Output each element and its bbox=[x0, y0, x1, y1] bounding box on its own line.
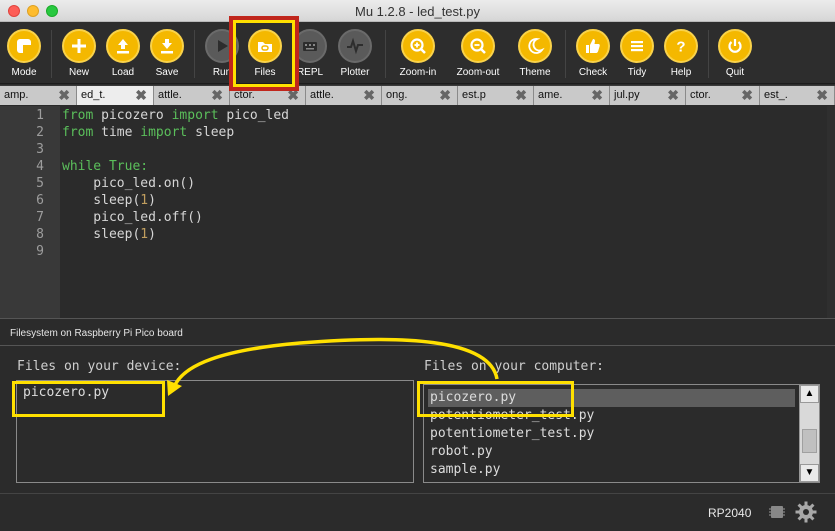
tab-8[interactable]: jul.py ✖ bbox=[610, 86, 686, 105]
tab-4[interactable]: attle. ✖ bbox=[306, 86, 382, 105]
scroll-down-icon[interactable]: ▼ bbox=[800, 464, 819, 482]
code-line: from time import sleep bbox=[62, 125, 235, 140]
zoom-out-button[interactable]: Zoom-out bbox=[457, 26, 499, 82]
mode-icon bbox=[7, 29, 41, 63]
close-tab-icon[interactable]: ✖ bbox=[667, 86, 679, 104]
save-button[interactable]: Save bbox=[150, 26, 184, 82]
question-icon: ? bbox=[664, 29, 698, 63]
svg-text:?: ? bbox=[676, 39, 685, 56]
tab-5[interactable]: ong. ✖ bbox=[382, 86, 458, 105]
scroll-thumb[interactable] bbox=[802, 429, 817, 453]
close-tab-icon[interactable]: ✖ bbox=[816, 86, 828, 104]
repl-button[interactable]: REPL bbox=[293, 26, 327, 82]
check-button[interactable]: Check bbox=[576, 26, 610, 82]
tab-3[interactable]: ctor. ✖ bbox=[230, 86, 306, 105]
close-tab-icon[interactable]: ✖ bbox=[591, 86, 603, 104]
line-number: 1 bbox=[36, 108, 44, 123]
window-title: Mu 1.2.8 - led_test.py bbox=[354, 4, 480, 19]
close-tab-icon[interactable]: ✖ bbox=[211, 86, 223, 104]
line-number: 9 bbox=[36, 244, 44, 259]
close-tab-icon[interactable]: ✖ bbox=[741, 86, 753, 104]
list-item[interactable]: robot.py bbox=[428, 443, 795, 461]
code-line: pico_led.off() bbox=[62, 210, 203, 225]
gear-icon[interactable] bbox=[795, 501, 817, 523]
computer-file-list[interactable]: picozero.py potentiometer_test.py potent… bbox=[423, 384, 820, 483]
tab-2[interactable]: attle. ✖ bbox=[154, 86, 230, 105]
device-file-list[interactable]: picozero.py bbox=[16, 380, 414, 483]
quit-button[interactable]: Quit bbox=[718, 26, 752, 82]
code-line: pico_led.on() bbox=[62, 176, 196, 191]
tab-10[interactable]: est_. ✖ bbox=[760, 86, 835, 105]
tab-9[interactable]: ctor. ✖ bbox=[686, 86, 760, 105]
toolbar-separator bbox=[385, 30, 386, 78]
code-line: sleep(1) bbox=[62, 193, 156, 208]
zoom-out-icon bbox=[461, 29, 495, 63]
code-line: from picozero import pico_led bbox=[62, 108, 290, 123]
line-number: 5 bbox=[36, 176, 44, 191]
line-number: 6 bbox=[36, 193, 44, 208]
list-item[interactable]: sample.py bbox=[428, 461, 795, 479]
tab-0[interactable]: amp. ✖ bbox=[0, 86, 77, 105]
thumbs-up-icon bbox=[576, 29, 610, 63]
status-bar: RP2040 bbox=[0, 493, 835, 531]
close-tab-icon[interactable]: ✖ bbox=[515, 86, 527, 104]
tidy-button[interactable]: Tidy bbox=[620, 26, 654, 82]
moon-icon bbox=[518, 29, 552, 63]
folder-icon bbox=[248, 29, 282, 63]
close-tab-icon[interactable]: ✖ bbox=[363, 86, 375, 104]
chip-icon[interactable] bbox=[768, 503, 786, 521]
code-editor[interactable]: 1 2 3 4 5 6 7 8 9 from picozero import p… bbox=[0, 106, 835, 318]
device-files-label: Files on your device: bbox=[17, 359, 182, 374]
line-number: 2 bbox=[36, 125, 44, 140]
computer-files-label: Files on your computer: bbox=[424, 359, 605, 374]
close-tab-icon[interactable]: ✖ bbox=[439, 86, 451, 104]
list-item[interactable]: potentiometer_test.py bbox=[428, 407, 795, 425]
plotter-button[interactable]: Plotter bbox=[338, 26, 372, 82]
run-button[interactable]: Run bbox=[205, 26, 239, 82]
computer-list-scrollbar[interactable]: ▲ ▼ bbox=[799, 385, 819, 482]
line-number-gutter: 1 2 3 4 5 6 7 8 9 bbox=[0, 106, 60, 318]
code-line: sleep(1) bbox=[62, 227, 156, 242]
power-icon bbox=[718, 29, 752, 63]
filesystem-pane: Files on your device: Files on your comp… bbox=[0, 347, 835, 493]
lines-icon bbox=[620, 29, 654, 63]
files-button[interactable]: Files bbox=[248, 26, 282, 82]
toolbar: Mode New Load Save Run Files REPL Plotte… bbox=[0, 22, 835, 84]
list-item[interactable]: picozero.py bbox=[428, 389, 795, 407]
board-name: RP2040 bbox=[708, 506, 752, 520]
filesystem-pane-header: Filesystem on Raspberry Pi Pico board bbox=[0, 318, 835, 346]
line-number: 3 bbox=[36, 142, 44, 157]
list-item[interactable]: picozero.py bbox=[21, 384, 409, 402]
load-button[interactable]: Load bbox=[106, 26, 140, 82]
close-tab-icon[interactable]: ✖ bbox=[287, 86, 299, 104]
tab-7[interactable]: ame. ✖ bbox=[534, 86, 610, 105]
list-item[interactable]: potentiometer_test.py bbox=[428, 425, 795, 443]
theme-button[interactable]: Theme bbox=[518, 26, 552, 82]
filesystem-title: Filesystem on Raspberry Pi Pico board bbox=[10, 328, 183, 339]
new-button[interactable]: New bbox=[62, 26, 96, 82]
keyboard-icon bbox=[293, 29, 327, 63]
line-number: 7 bbox=[36, 210, 44, 225]
zoom-in-button[interactable]: Zoom-in bbox=[400, 26, 436, 82]
tab-1[interactable]: ed_t. ✖ bbox=[77, 86, 154, 105]
close-tab-icon[interactable]: ✖ bbox=[135, 86, 147, 104]
download-icon bbox=[150, 29, 184, 63]
pulse-icon bbox=[338, 29, 372, 63]
mode-button[interactable]: Mode bbox=[7, 26, 41, 82]
zoom-in-icon bbox=[401, 29, 435, 63]
help-button[interactable]: ? Help bbox=[664, 26, 698, 82]
close-tab-icon[interactable]: ✖ bbox=[58, 86, 70, 104]
upload-icon bbox=[106, 29, 140, 63]
play-icon bbox=[205, 29, 239, 63]
line-number: 4 bbox=[36, 159, 44, 174]
plus-icon bbox=[62, 29, 96, 63]
editor-scrollbar[interactable] bbox=[827, 106, 835, 318]
code-line: while True: bbox=[62, 159, 149, 174]
title-bar: Mu 1.2.8 - led_test.py bbox=[0, 0, 835, 22]
tab-bar: amp. ✖ ed_t. ✖ attle. ✖ ctor. ✖ attle. ✖ ong.… bbox=[0, 85, 835, 105]
tab-6[interactable]: est.p ✖ bbox=[458, 86, 534, 105]
line-number: 8 bbox=[36, 227, 44, 242]
scroll-up-icon[interactable]: ▲ bbox=[800, 385, 819, 403]
